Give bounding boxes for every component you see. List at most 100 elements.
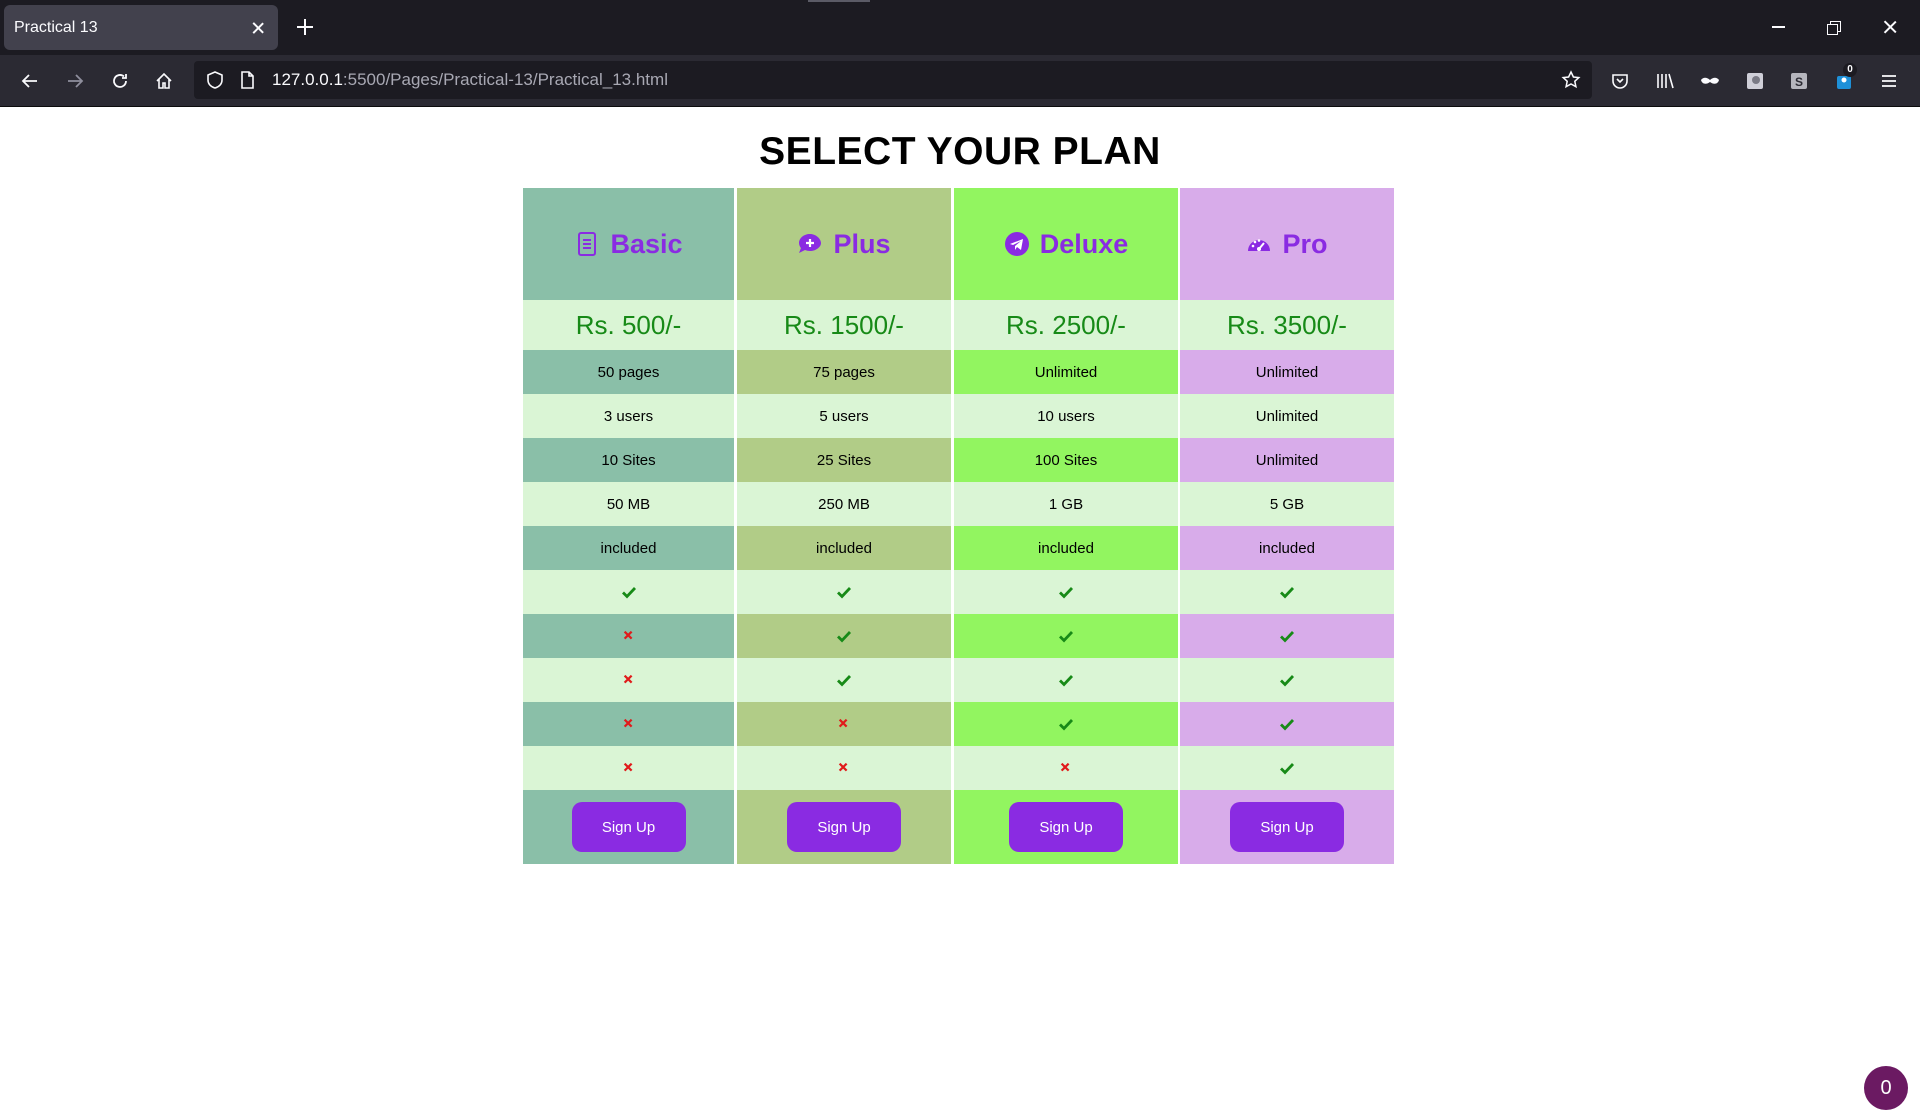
plan-price: Rs. 1500/- bbox=[737, 300, 951, 350]
back-button[interactable] bbox=[12, 63, 48, 99]
check-icon bbox=[1280, 675, 1295, 687]
plan-name: Basic bbox=[610, 228, 683, 259]
plan-header: Deluxe bbox=[954, 188, 1178, 300]
check-icon bbox=[1280, 719, 1295, 731]
feature-cell: Unlimited bbox=[1180, 394, 1394, 438]
plan-header: Pro bbox=[1180, 188, 1394, 300]
new-tab-button[interactable] bbox=[290, 12, 320, 42]
feature-availability-cell bbox=[737, 570, 951, 614]
feature-availability-cell bbox=[954, 658, 1178, 702]
cross-icon bbox=[623, 762, 632, 772]
browser-tab[interactable]: Practical 13 bbox=[4, 5, 278, 50]
tab-title: Practical 13 bbox=[14, 18, 98, 36]
sign-up-button-plus[interactable]: Sign Up bbox=[787, 802, 901, 852]
feature-availability-cell bbox=[954, 746, 1178, 790]
extension-image-icon bbox=[1747, 73, 1763, 89]
bookmark-star-icon[interactable] bbox=[1560, 69, 1582, 91]
plan-column-basic: Basic Rs. 500/- 50 pages 3 users 10 Sites 50 … bbox=[523, 188, 734, 864]
tachometer-icon bbox=[1248, 239, 1271, 251]
feature-availability-cell bbox=[1180, 570, 1394, 614]
plan-price: Rs. 2500/- bbox=[954, 300, 1178, 350]
pricing-table: Basic Rs. 500/- 50 pages 3 users 10 Sites 50 … bbox=[523, 188, 1395, 864]
mask-icon bbox=[1701, 77, 1719, 84]
feature-availability-cell bbox=[737, 614, 951, 658]
extension-badge: 0 bbox=[1843, 63, 1857, 77]
feature-cell: 3 users bbox=[523, 394, 734, 438]
home-button[interactable] bbox=[146, 63, 182, 99]
check-icon bbox=[837, 675, 852, 687]
feature-availability-cell bbox=[954, 570, 1178, 614]
url-path: :5500/Pages/Practical-13/Practical_13.ht… bbox=[342, 70, 668, 89]
private-mask-button[interactable] bbox=[1692, 63, 1728, 99]
feature-cell: Unlimited bbox=[1180, 438, 1394, 482]
feature-availability-cell bbox=[523, 746, 734, 790]
comment-plus-icon bbox=[799, 234, 822, 253]
floating-counter-button[interactable]: 0 bbox=[1864, 1066, 1908, 1110]
extension-button-2[interactable]: S bbox=[1781, 63, 1817, 99]
sign-up-button-deluxe[interactable]: Sign Up bbox=[1009, 802, 1123, 852]
feature-cell: 100 Sites bbox=[954, 438, 1178, 482]
plan-name: Deluxe bbox=[1039, 228, 1129, 259]
home-icon bbox=[156, 72, 172, 89]
telegram-icon bbox=[1004, 232, 1029, 256]
feature-availability-cell bbox=[523, 614, 734, 658]
feature-availability-cell bbox=[523, 658, 734, 702]
plan-column-plus: Plus Rs. 1500/- 75 pages 5 users 25 Sites 250… bbox=[737, 188, 951, 864]
feature-cell: 10 users bbox=[954, 394, 1178, 438]
reload-button[interactable] bbox=[102, 63, 138, 99]
plan-column-pro: Pro Rs. 3500/- Unlimited Unlimited Unlimited… bbox=[1180, 188, 1394, 864]
sign-up-button-basic[interactable]: Sign Up bbox=[571, 802, 686, 852]
feature-availability-cell bbox=[1180, 702, 1394, 746]
plan-footer: Sign Up bbox=[1180, 790, 1394, 864]
page-icon[interactable] bbox=[236, 69, 258, 91]
page-body: SELECT YOUR PLAN Basic Rs. 500/- 50 pages 3… bbox=[0, 108, 1920, 1110]
page-title: SELECT YOUR PLAN bbox=[759, 130, 1161, 173]
feature-cell: 250 MB bbox=[737, 482, 951, 526]
cross-icon bbox=[623, 674, 632, 684]
plan-name: Plus bbox=[833, 228, 891, 259]
extension-button-1[interactable] bbox=[1737, 63, 1773, 99]
library-icon bbox=[1657, 73, 1674, 89]
reload-icon bbox=[113, 74, 127, 88]
check-icon bbox=[1059, 587, 1074, 599]
app-menu-button[interactable] bbox=[1871, 63, 1907, 99]
url-host: 127.0.0.1 bbox=[272, 70, 343, 89]
check-icon bbox=[1059, 719, 1074, 731]
plan-footer: Sign Up bbox=[737, 790, 951, 864]
arrow-left-icon bbox=[21, 74, 37, 88]
feature-cell: 25 Sites bbox=[737, 438, 951, 482]
plan-column-deluxe: Deluxe Rs. 2500/- Unlimited 10 users 100 Sit… bbox=[954, 188, 1178, 864]
plan-footer: Sign Up bbox=[954, 790, 1178, 864]
check-icon bbox=[1280, 587, 1295, 599]
tab-close-icon[interactable] bbox=[250, 20, 266, 36]
svg-text:S: S bbox=[1795, 75, 1803, 89]
library-button[interactable] bbox=[1647, 63, 1683, 99]
address-bar[interactable]: 127.0.0.1:5500/Pages/Practical-13/Practi… bbox=[194, 61, 1592, 99]
cross-icon bbox=[623, 718, 632, 728]
pocket-button[interactable] bbox=[1602, 63, 1638, 99]
minimize-button[interactable] bbox=[1760, 10, 1796, 44]
plan-header: Basic bbox=[523, 188, 734, 300]
shield-icon[interactable] bbox=[204, 69, 226, 91]
check-icon bbox=[837, 631, 852, 643]
restore-button[interactable] bbox=[1816, 10, 1852, 44]
plan-header: Plus bbox=[737, 188, 951, 300]
check-icon bbox=[837, 587, 852, 599]
feature-cell: 5 users bbox=[737, 394, 951, 438]
file-invoice-icon bbox=[578, 232, 597, 256]
sign-up-button-pro[interactable]: Sign Up bbox=[1230, 802, 1344, 852]
feature-availability-cell bbox=[523, 570, 734, 614]
check-icon bbox=[1059, 631, 1074, 643]
plan-footer: Sign Up bbox=[523, 790, 734, 864]
feature-cell: included bbox=[954, 526, 1178, 570]
feature-cell: 50 pages bbox=[523, 350, 734, 394]
close-window-button[interactable] bbox=[1872, 10, 1908, 44]
feature-availability-cell bbox=[737, 658, 951, 702]
navigation-toolbar: 127.0.0.1:5500/Pages/Practical-13/Practi… bbox=[0, 55, 1920, 107]
url-text[interactable]: 127.0.0.1:5500/Pages/Practical-13/Practi… bbox=[272, 70, 668, 90]
plan-price: Rs. 3500/- bbox=[1180, 300, 1394, 350]
cross-icon bbox=[838, 762, 848, 772]
feature-availability-cell bbox=[1180, 614, 1394, 658]
check-icon bbox=[1280, 763, 1295, 775]
forward-button[interactable] bbox=[57, 63, 93, 99]
